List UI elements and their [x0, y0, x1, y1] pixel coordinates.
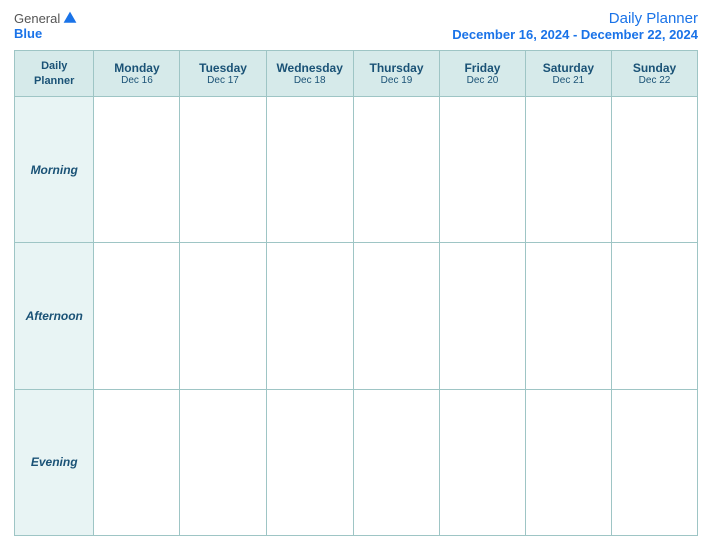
header-friday: Friday Dec 20 — [440, 51, 525, 97]
evening-tuesday-cell[interactable] — [180, 389, 266, 535]
afternoon-friday-cell[interactable] — [440, 243, 525, 389]
morning-friday-cell[interactable] — [440, 97, 525, 243]
morning-saturday-cell[interactable] — [525, 97, 611, 243]
morning-tuesday-cell[interactable] — [180, 97, 266, 243]
logo-area: General Blue — [14, 10, 78, 41]
saturday-name: Saturday — [529, 61, 608, 75]
header-thursday: Thursday Dec 19 — [353, 51, 439, 97]
logo-general-text: General — [14, 11, 60, 26]
sunday-name: Sunday — [615, 61, 694, 75]
header-daily-line1: Daily — [41, 60, 67, 72]
morning-row: Morning — [15, 97, 698, 243]
logo-blue-text: Blue — [14, 26, 42, 41]
thursday-date: Dec 19 — [357, 75, 436, 86]
wednesday-date: Dec 18 — [270, 75, 350, 86]
evening-saturday-cell[interactable] — [525, 389, 611, 535]
monday-name: Monday — [97, 61, 176, 75]
planner-title: Daily Planner — [452, 10, 698, 27]
thursday-name: Thursday — [357, 61, 436, 75]
morning-sunday-cell[interactable] — [612, 97, 698, 243]
evening-monday-cell[interactable] — [94, 389, 180, 535]
afternoon-wednesday-cell[interactable] — [266, 243, 353, 389]
header-daily-line2: Planner — [34, 75, 74, 87]
title-area: Daily Planner December 16, 2024 - Decemb… — [452, 10, 698, 42]
header-daily-planner: Daily Planner — [15, 51, 94, 97]
evening-label: Evening — [15, 389, 94, 535]
evening-sunday-cell[interactable] — [612, 389, 698, 535]
afternoon-saturday-cell[interactable] — [525, 243, 611, 389]
monday-date: Dec 16 — [97, 75, 176, 86]
friday-name: Friday — [443, 61, 521, 75]
afternoon-thursday-cell[interactable] — [353, 243, 439, 389]
morning-label: Morning — [15, 97, 94, 243]
header-sunday: Sunday Dec 22 — [612, 51, 698, 97]
header-saturday: Saturday Dec 21 — [525, 51, 611, 97]
calendar-table: Daily Planner Monday Dec 16 Tuesday Dec … — [14, 50, 698, 536]
morning-monday-cell[interactable] — [94, 97, 180, 243]
page-header: General Blue Daily Planner December 16, … — [14, 10, 698, 42]
header-monday: Monday Dec 16 — [94, 51, 180, 97]
tuesday-name: Tuesday — [183, 61, 262, 75]
wednesday-name: Wednesday — [270, 61, 350, 75]
planner-date-range: December 16, 2024 - December 22, 2024 — [452, 27, 698, 42]
table-header-row: Daily Planner Monday Dec 16 Tuesday Dec … — [15, 51, 698, 97]
evening-friday-cell[interactable] — [440, 389, 525, 535]
sunday-date: Dec 22 — [615, 75, 694, 86]
morning-wednesday-cell[interactable] — [266, 97, 353, 243]
saturday-date: Dec 21 — [529, 75, 608, 86]
morning-thursday-cell[interactable] — [353, 97, 439, 243]
evening-thursday-cell[interactable] — [353, 389, 439, 535]
header-tuesday: Tuesday Dec 17 — [180, 51, 266, 97]
afternoon-tuesday-cell[interactable] — [180, 243, 266, 389]
tuesday-date: Dec 17 — [183, 75, 262, 86]
evening-row: Evening — [15, 389, 698, 535]
afternoon-sunday-cell[interactable] — [612, 243, 698, 389]
header-wednesday: Wednesday Dec 18 — [266, 51, 353, 97]
friday-date: Dec 20 — [443, 75, 521, 86]
general-blue-logo-icon — [62, 10, 78, 26]
afternoon-row: Afternoon — [15, 243, 698, 389]
evening-wednesday-cell[interactable] — [266, 389, 353, 535]
afternoon-monday-cell[interactable] — [94, 243, 180, 389]
logo: General — [14, 10, 78, 26]
afternoon-label: Afternoon — [15, 243, 94, 389]
